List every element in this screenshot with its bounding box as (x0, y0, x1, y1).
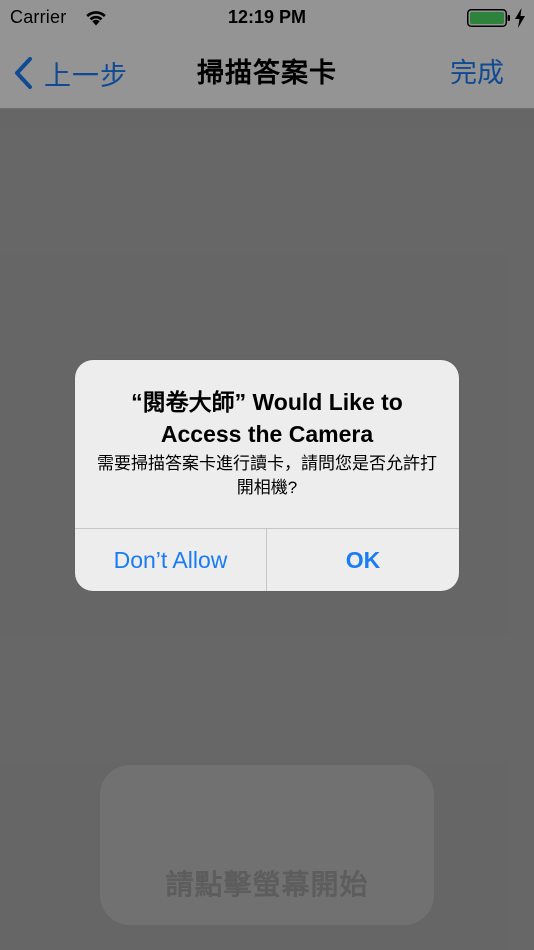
alert-body: “閱卷大師” Would Like to Access the Camera 需… (75, 360, 459, 528)
alert-message: 需要掃描答案卡進行讀卡，請問您是否允許打開相機? (97, 454, 437, 497)
alert-title: “閱卷大師” Would Like to Access the Camera (131, 389, 403, 447)
camera-permission-alert: “閱卷大師” Would Like to Access the Camera 需… (75, 360, 459, 591)
ok-button[interactable]: OK (267, 529, 459, 591)
dont-allow-button[interactable]: Don’t Allow (75, 529, 266, 591)
